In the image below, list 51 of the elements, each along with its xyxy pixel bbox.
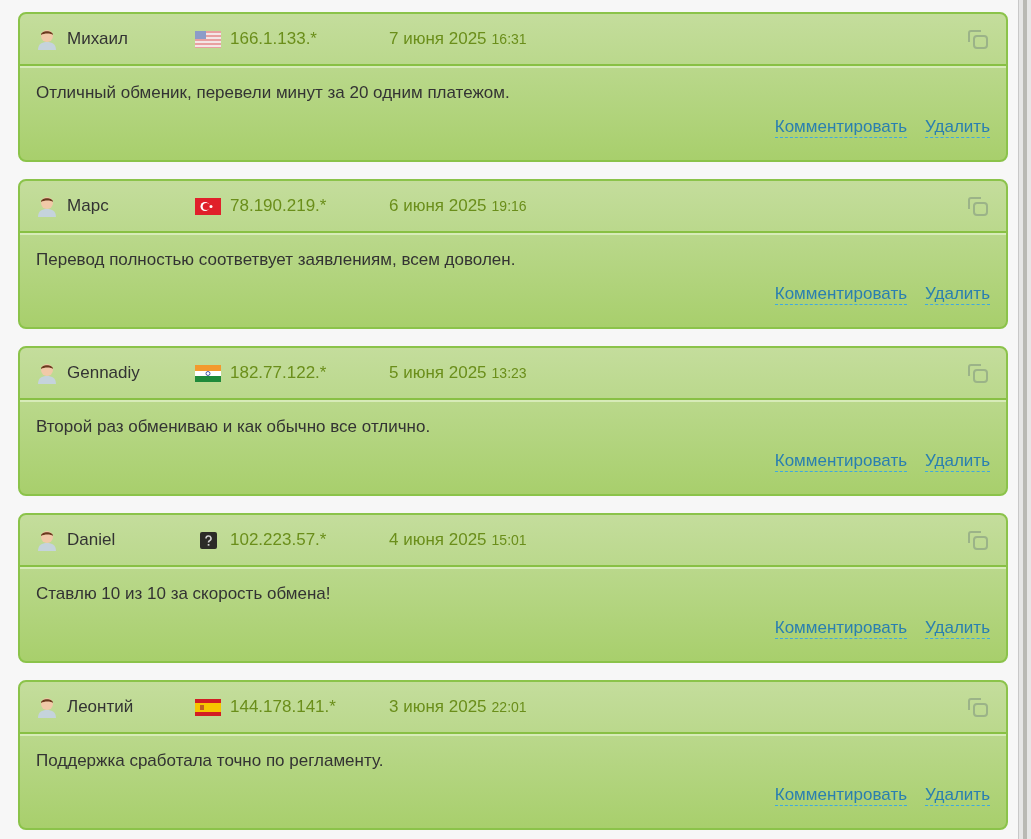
delete-link[interactable]: Удалить — [925, 284, 990, 305]
user-avatar-icon — [36, 696, 58, 718]
ip-address: 144.178.141.* — [230, 696, 336, 719]
user-avatar-icon — [36, 362, 58, 384]
review-time: 19:16 — [491, 196, 527, 216]
review-time: 15:01 — [491, 530, 527, 550]
delete-link[interactable]: Удалить — [925, 618, 990, 639]
review-date: 4 июня 2025 — [389, 529, 487, 552]
copy-icon[interactable] — [966, 194, 990, 218]
flag-icon — [195, 197, 221, 215]
review-text: Перевод полностью соответвует заявлениям, всем доволен. — [36, 249, 517, 271]
comment-link[interactable]: Комментировать — [774, 117, 908, 138]
copy-icon[interactable] — [966, 27, 990, 51]
author-name: Марс — [67, 195, 109, 218]
review-date: 5 июня 2025 — [389, 362, 487, 385]
flag-icon — [195, 364, 221, 382]
comment-link[interactable]: Комментировать — [774, 785, 908, 806]
review-text: Второй раз обмениваю и как обычно все отлично. — [36, 416, 432, 438]
comment-link[interactable]: Комментировать — [774, 451, 908, 472]
copy-icon[interactable] — [966, 361, 990, 385]
review-text: Поддержка сработала точно по регламенту. — [36, 750, 385, 772]
copy-icon[interactable] — [966, 528, 990, 552]
review-time: 13:23 — [491, 363, 527, 383]
delete-link[interactable]: Удалить — [925, 785, 990, 806]
author-name: Gennadiy — [67, 362, 140, 385]
flag-icon — [195, 30, 221, 48]
user-avatar-icon — [36, 195, 58, 217]
comment-link[interactable]: Комментировать — [774, 618, 908, 639]
review-time: 16:31 — [491, 29, 527, 49]
delete-link[interactable]: Удалить — [925, 117, 990, 138]
user-avatar-icon — [36, 529, 58, 551]
review-time: 22:01 — [491, 697, 527, 717]
comment-link[interactable]: Комментировать — [774, 284, 908, 305]
author-name: Daniel — [67, 529, 116, 552]
author-name: Михаил — [67, 28, 128, 51]
ip-address: 166.1.133.* — [230, 28, 317, 51]
delete-link[interactable]: Удалить — [925, 451, 990, 472]
ip-address: 182.77.122.* — [230, 362, 327, 385]
review-text: Отличный обменик, перевели минут за 20 одним платежом. — [36, 82, 511, 104]
review-date: 3 июня 2025 — [389, 696, 487, 719]
ip-address: 78.190.219.* — [230, 195, 327, 218]
copy-icon[interactable] — [966, 695, 990, 719]
review-date: 6 июня 2025 — [389, 195, 487, 218]
review-text: Ставлю 10 из 10 за скорость обмена! — [36, 583, 332, 605]
scrollbar[interactable] — [1018, 0, 1031, 839]
review-date: 7 июня 2025 — [389, 28, 487, 51]
flag-icon — [195, 698, 221, 716]
user-avatar-icon — [36, 28, 58, 50]
ip-address: 102.223.57.* — [230, 529, 327, 552]
unknown-flag-icon — [199, 531, 217, 549]
author-name: Леонтий — [67, 696, 134, 719]
